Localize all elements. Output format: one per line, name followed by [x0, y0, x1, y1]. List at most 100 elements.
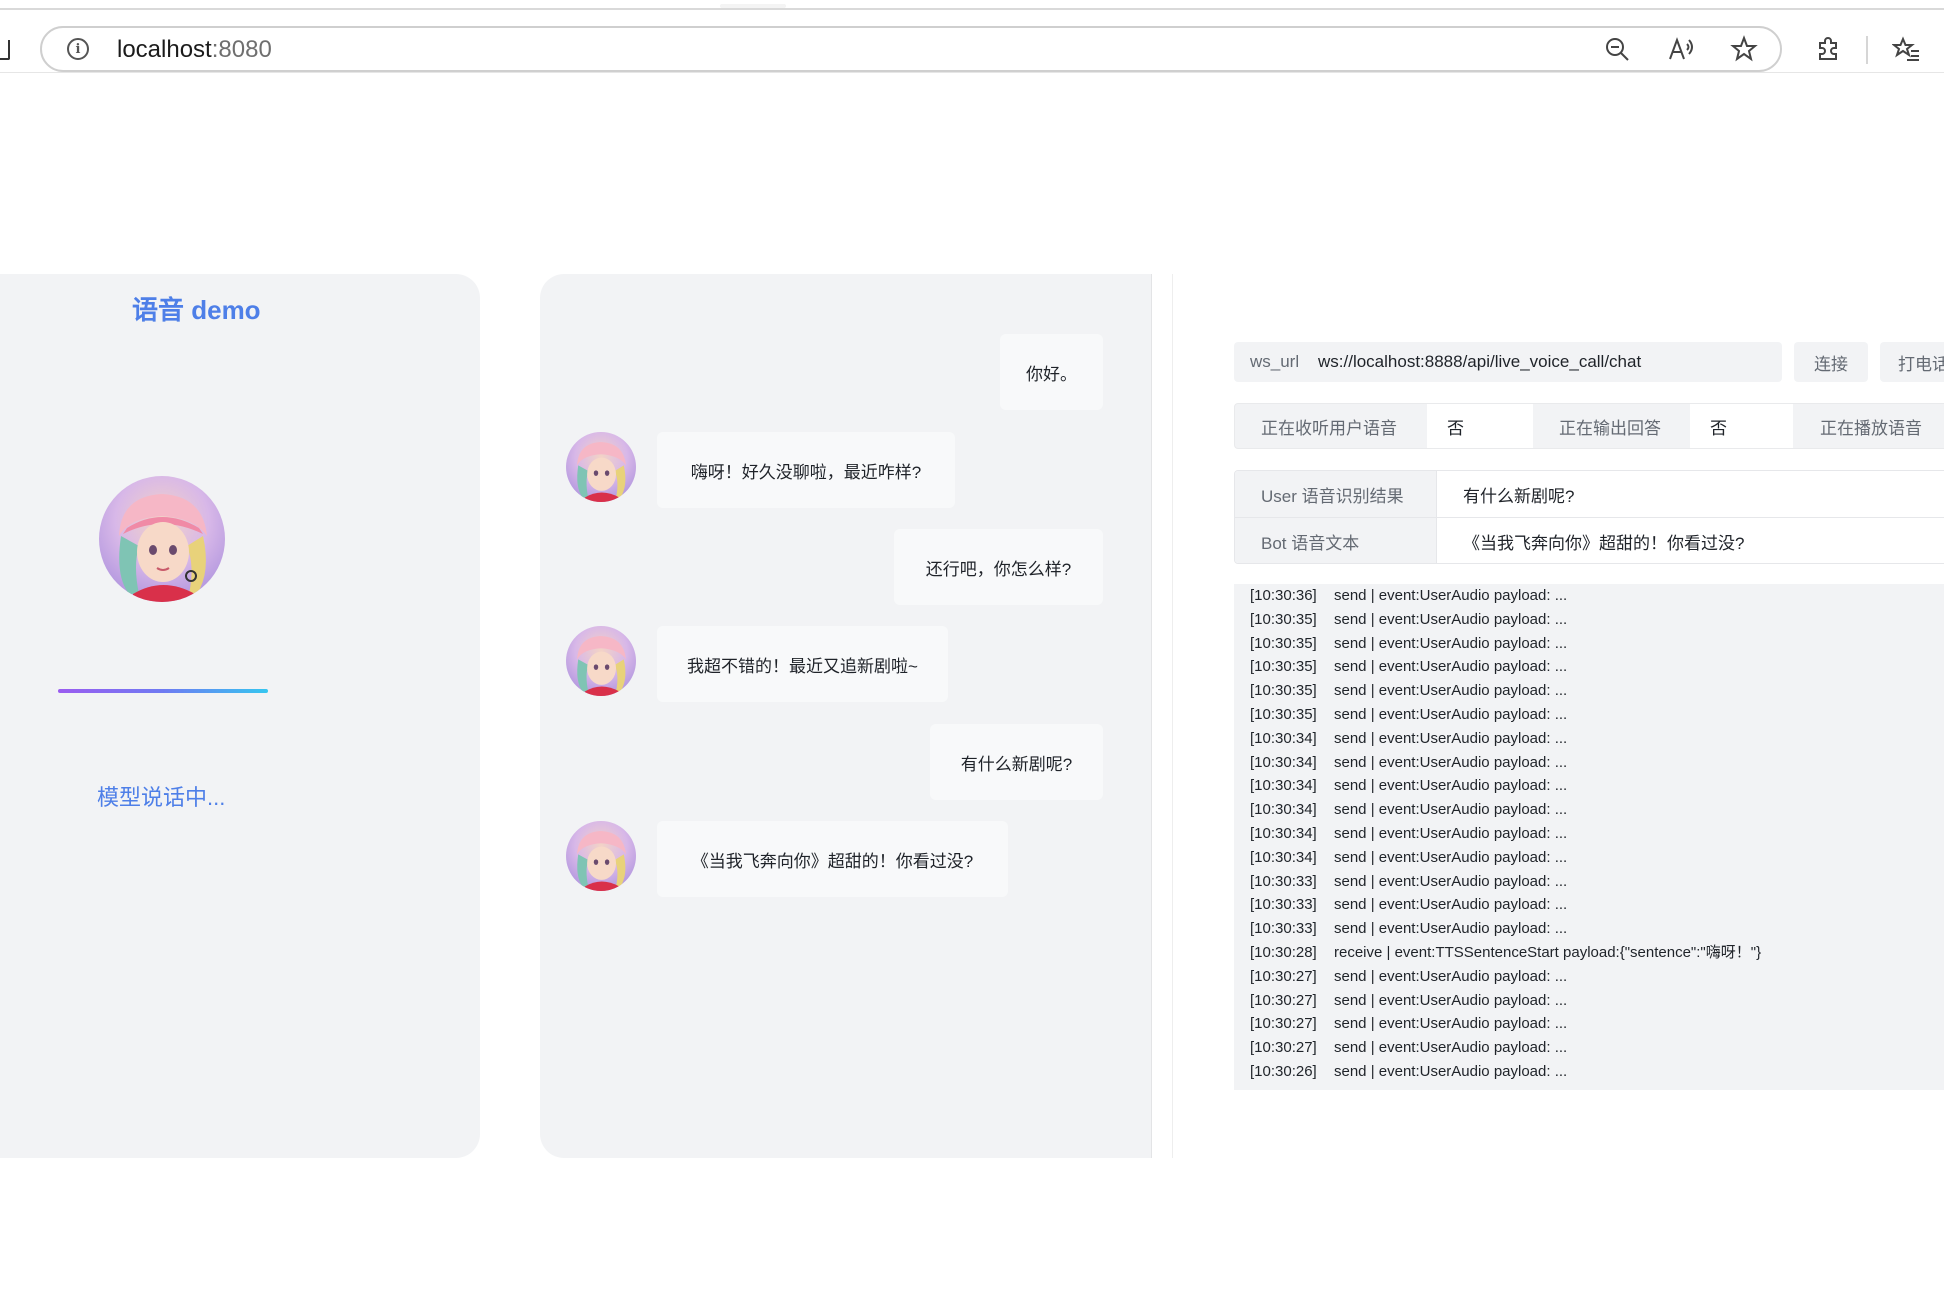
log-message: send | event:UserAudio payload: ... — [1334, 848, 1568, 866]
bot-avatar-illustration — [119, 494, 207, 602]
call-button[interactable]: 打电话 — [1880, 342, 1944, 382]
log-timestamp: [10:30:35] — [1250, 634, 1317, 652]
log-timestamp: [10:30:34] — [1250, 848, 1317, 866]
user-result-value: 有什么新剧呢? — [1437, 471, 1944, 517]
listening-label: 正在收听用户语音 — [1261, 418, 1397, 438]
log-line: [10:30:34] send | event:UserAudio payload… — [1250, 754, 1567, 772]
event-log[interactable]: [10:30:36] send | event:UserAudio payload… — [1234, 584, 1944, 1090]
log-line: [10:30:34] send | event:UserAudio payload… — [1250, 825, 1567, 843]
log-message: send | event:UserAudio payload: ... — [1334, 777, 1568, 795]
log-message: send | event:UserAudio payload: ... — [1334, 801, 1568, 819]
log-timestamp: [10:30:27] — [1250, 967, 1317, 985]
log-line: [10:30:35] send | event:UserAudio payload… — [1250, 682, 1567, 700]
log-line: [10:30:34] send | event:UserAudio payload… — [1250, 849, 1567, 867]
log-line: [10:30:28] receive | event:TTSSentenceSta… — [1250, 944, 1761, 962]
log-line: [10:30:27] send | event:UserAudio payload… — [1250, 1039, 1567, 1057]
toolbar-separator — [1866, 36, 1868, 64]
playing-label: 正在播放语音 — [1820, 418, 1922, 438]
read-aloud-icon[interactable] — [1666, 34, 1696, 64]
log-timestamp: [10:30:34] — [1250, 801, 1317, 819]
log-line: [10:30:33] send | event:UserAudio payload… — [1250, 896, 1567, 914]
connect-button[interactable]: 连接 — [1794, 342, 1868, 382]
browser-top-strip — [0, 0, 1944, 10]
home-icon[interactable] — [0, 40, 10, 60]
log-line: [10:30:35] send | event:UserAudio payload… — [1250, 658, 1567, 676]
log-message: send | event:UserAudio payload: ... — [1334, 753, 1568, 771]
log-message: send | event:UserAudio payload: ... — [1334, 729, 1568, 747]
log-timestamp: [10:30:27] — [1250, 1015, 1317, 1033]
log-line: [10:30:26] send | event:UserAudio payload… — [1250, 1063, 1567, 1081]
log-line: [10:30:34] send | event:UserAudio payload… — [1250, 801, 1567, 819]
log-timestamp: [10:30:27] — [1250, 1039, 1317, 1057]
log-timestamp: [10:30:34] — [1250, 777, 1317, 795]
bot-avatar-small — [566, 432, 636, 502]
log-message: send | event:UserAudio payload: ... — [1334, 706, 1568, 723]
favorites-list-icon[interactable] — [1891, 34, 1921, 64]
log-timestamp: [10:30:28] — [1250, 944, 1317, 961]
active-tab-indicator — [720, 4, 786, 8]
log-line: [10:30:27] send | event:UserAudio payload… — [1250, 1015, 1567, 1033]
log-message: send | event:UserAudio payload: ... — [1334, 1039, 1568, 1057]
log-line: [10:30:34] send | event:UserAudio payload… — [1250, 730, 1567, 748]
log-timestamp: [10:30:34] — [1250, 753, 1317, 771]
log-line: [10:30:33] send | event:UserAudio payload… — [1250, 920, 1567, 938]
chat-message-user: 你好。 — [1000, 334, 1103, 410]
log-message: send | event:UserAudio payload: ... — [1334, 920, 1568, 938]
log-line: [10:30:33] send | event:UserAudio payload… — [1250, 873, 1567, 891]
bot-result-value: 《当我飞奔向你》超甜的！你看过没? — [1437, 518, 1944, 563]
log-message: send | event:UserAudio payload: ... — [1334, 658, 1568, 676]
site-info-icon[interactable]: i — [67, 38, 89, 60]
chat-message-user: 有什么新剧呢? — [930, 724, 1103, 800]
extensions-icon[interactable] — [1813, 34, 1843, 64]
log-timestamp: [10:30:36] — [1250, 587, 1317, 604]
ws-url-label: ws_url — [1250, 352, 1300, 371]
log-line: [10:30:35] send | event:UserAudio payload… — [1250, 706, 1567, 724]
bot-avatar-small — [566, 626, 636, 696]
ws-url-field[interactable]: ws_url ws://localhost:8888/api/live_voic… — [1234, 342, 1782, 382]
log-timestamp: [10:30:33] — [1250, 872, 1317, 890]
bot-avatar — [99, 476, 225, 602]
log-message: send | event:UserAudio payload: ... — [1334, 587, 1568, 604]
url-text[interactable]: localhost:8080 — [117, 37, 272, 63]
browser-toolbar: i localhost:8080 — [0, 10, 1944, 73]
log-line: [10:30:27] send | event:UserAudio payload… — [1250, 992, 1567, 1010]
url-port: :8080 — [211, 36, 272, 63]
log-timestamp: [10:30:34] — [1250, 825, 1317, 842]
log-message: send | event:UserAudio payload: ... — [1334, 1015, 1568, 1033]
outputting-label: 正在输出回答 — [1559, 418, 1661, 438]
bot-avatar-small — [566, 821, 636, 891]
log-message: send | event:UserAudio payload: ... — [1334, 634, 1568, 652]
chat-message-user: 还行吧，你怎么样? — [894, 529, 1103, 605]
page-title: 语音 demo — [132, 295, 261, 325]
log-timestamp: [10:30:35] — [1250, 658, 1317, 676]
panel-divider — [1151, 274, 1152, 1158]
log-line: [10:30:35] send | event:UserAudio payload… — [1250, 611, 1567, 629]
url-host: localhost — [117, 36, 212, 63]
log-message: send | event:UserAudio payload: ... — [1334, 825, 1568, 842]
log-message: send | event:UserAudio payload: ... — [1334, 967, 1568, 985]
chat-message-bot: 《当我飞奔向你》超甜的！你看过没? — [657, 821, 1008, 897]
zoom-out-icon[interactable] — [1602, 34, 1632, 64]
chat-message-bot: 嗨呀！好久没聊啦，最近咋样? — [657, 432, 955, 508]
model-speaking-status: 模型说话中... — [97, 785, 226, 810]
voice-wave-indicator — [58, 689, 268, 693]
log-message: send | event:UserAudio payload: ... — [1334, 610, 1568, 628]
log-timestamp: [10:30:34] — [1250, 729, 1317, 747]
log-timestamp: [10:30:35] — [1250, 610, 1317, 628]
log-line: [10:30:35] send | event:UserAudio payload… — [1250, 635, 1567, 653]
log-timestamp: [10:30:35] — [1250, 682, 1317, 700]
log-message: send | event:UserAudio payload: ... — [1334, 896, 1568, 914]
ws-url-input[interactable]: ws://localhost:8888/api/live_voice_call/… — [1318, 352, 1641, 372]
outputting-value: 否 — [1690, 404, 1793, 448]
address-bar[interactable]: i localhost:8080 — [40, 26, 1782, 72]
log-timestamp: [10:30:33] — [1250, 896, 1317, 914]
favorite-star-icon[interactable] — [1729, 34, 1759, 64]
status-bar: 正在收听用户语音 否 正在输出回答 否 正在播放语音 — [1234, 403, 1944, 449]
log-message: receive | event:TTSSentenceStart payload… — [1334, 944, 1762, 961]
chat-message-bot: 我超不错的！最近又追新剧啦~ — [657, 626, 948, 702]
log-message: send | event:UserAudio payload: ... — [1334, 872, 1568, 890]
panel-divider — [1172, 274, 1173, 1158]
log-line: [10:30:27] send | event:UserAudio payload… — [1250, 968, 1567, 986]
listening-value: 否 — [1427, 404, 1533, 448]
log-timestamp: [10:30:33] — [1250, 920, 1317, 938]
